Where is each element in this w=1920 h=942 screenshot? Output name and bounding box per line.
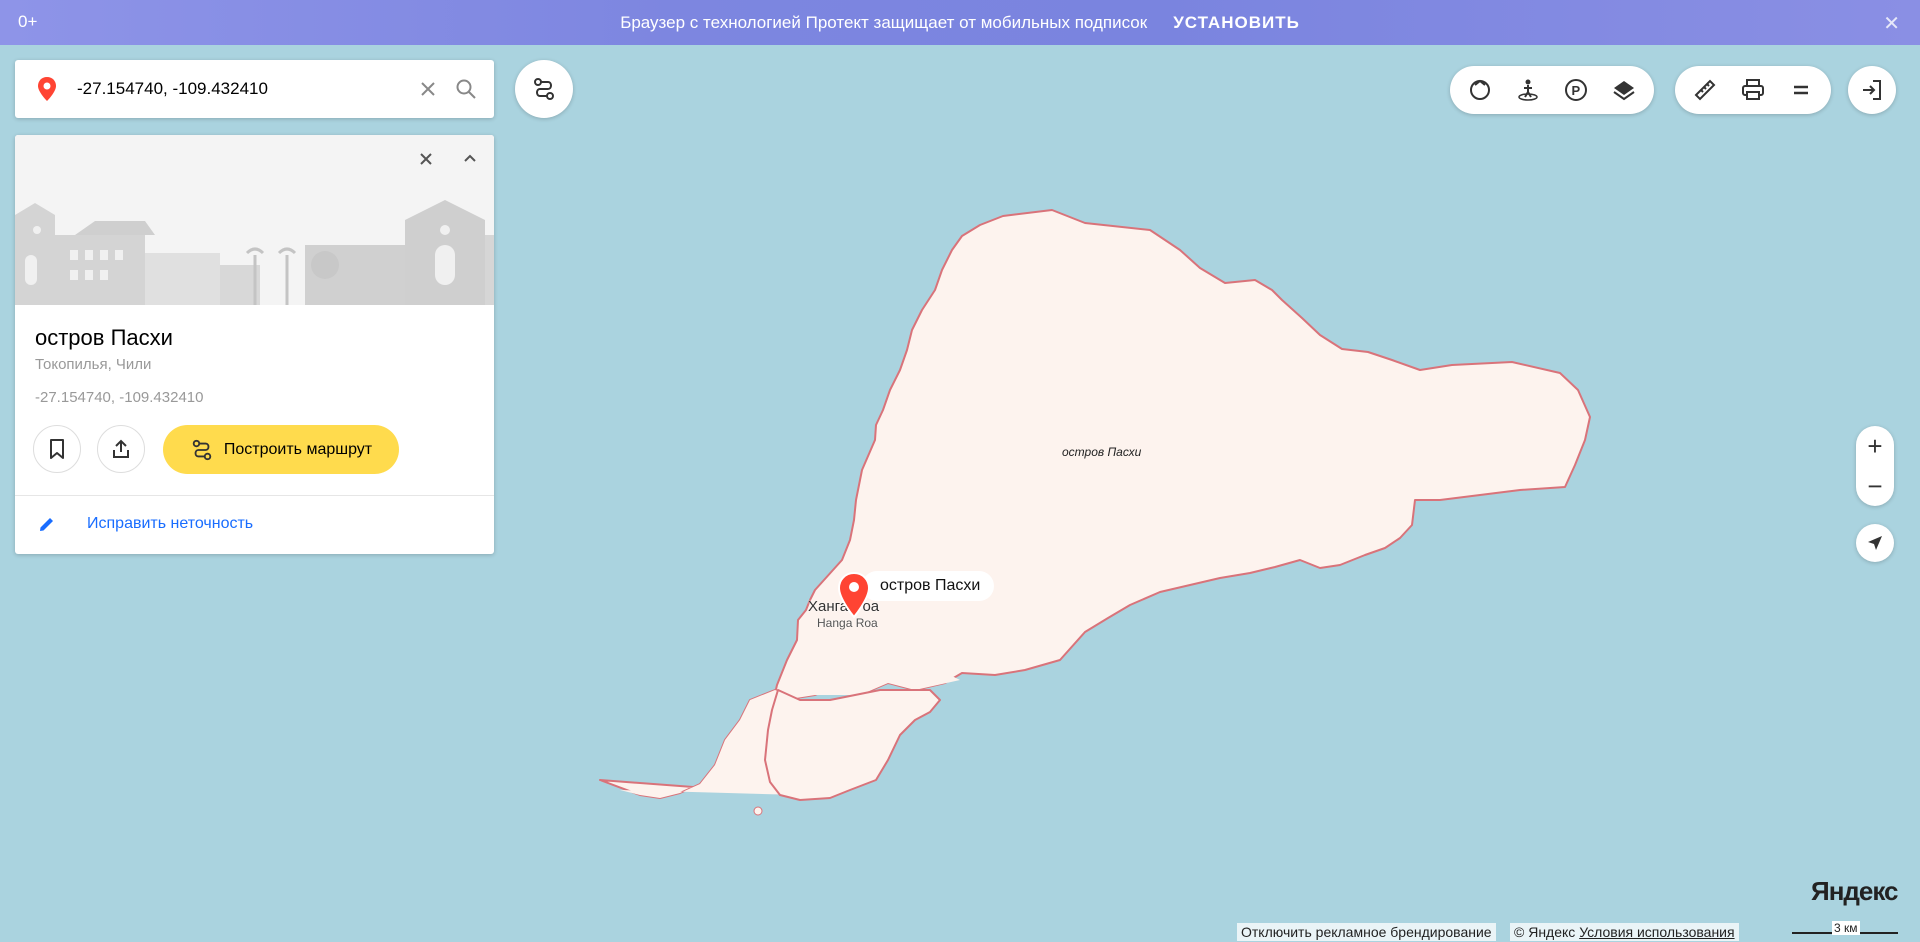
search-input[interactable] [75,78,399,100]
clear-icon[interactable] [416,77,440,101]
marker-label[interactable]: остров Пасхи [862,571,995,601]
login-icon [1863,80,1881,100]
build-route-label: Построить маршрут [223,440,373,458]
print-icon[interactable] [1729,66,1777,114]
menu-icon[interactable] [1777,66,1825,114]
traffic-icon[interactable] [1456,66,1504,114]
promo-banner: 0+ Браузер с технологией Протект защищае… [0,0,1920,45]
place-coordinates: -27.154740, -109.432410 [35,389,204,406]
place-title: остров Пасхи [35,325,173,350]
panorama-icon[interactable] [1504,66,1552,114]
map-scale: 3 км [1792,920,1898,940]
pencil-icon [40,518,53,531]
build-route-button[interactable]: Построить маршрут [163,425,399,474]
routes-button[interactable] [515,60,573,118]
place-card: остров Пасхи Токопилья, Чили -27.154740,… [15,135,494,554]
install-button[interactable]: УСТАНОВИТЬ [1173,13,1300,33]
bookmark-button[interactable] [33,425,81,473]
map-marker-icon[interactable] [837,571,871,619]
map-layers-toolbar: P [1450,66,1654,114]
place-subtitle: Токопилья, Чили [35,356,152,373]
banner-message: Браузер с технологией Протект защищает о… [620,12,1148,32]
search-bar [15,60,494,118]
chevron-up-icon[interactable] [458,147,482,171]
search-icon[interactable] [454,77,478,101]
zoom-control: + − [1856,426,1894,506]
geolocation-button[interactable] [1856,524,1894,562]
route-icon [192,439,212,460]
layers-icon[interactable] [1600,66,1648,114]
scale-label: 3 км [1832,921,1860,935]
login-button[interactable] [1848,66,1896,114]
yandex-logo: Яндекс [1811,876,1898,906]
fix-inaccuracy-link[interactable]: Исправить неточность [37,514,253,534]
zoom-out-button[interactable]: − [1856,466,1894,506]
location-pin-icon [38,77,56,101]
svg-text:P: P [1572,83,1581,98]
parking-icon[interactable]: P [1552,66,1600,114]
island-map-label: остров Пасхи [1062,445,1142,459]
ruler-icon[interactable] [1681,66,1729,114]
age-rating: 0+ [18,12,38,31]
terms-link[interactable]: Условия использования [1579,924,1734,940]
route-icon [534,78,554,100]
share-icon [113,439,129,458]
zoom-in-button[interactable]: + [1856,426,1894,466]
close-icon[interactable] [414,147,438,171]
bookmark-icon [50,439,64,459]
tools-toolbar [1675,66,1831,114]
close-icon[interactable]: ✕ [1883,11,1900,36]
navigation-arrow-icon [1868,536,1882,550]
islet [753,806,763,816]
copyright: © Яндекс Условия использования [1510,923,1739,941]
disable-branding-link[interactable]: Отключить рекламное брендирование [1237,923,1496,941]
fix-inaccuracy-label: Исправить неточность [87,515,254,532]
divider [15,495,494,496]
share-button[interactable] [97,425,145,473]
copyright-text: © Яндекс [1514,924,1576,940]
